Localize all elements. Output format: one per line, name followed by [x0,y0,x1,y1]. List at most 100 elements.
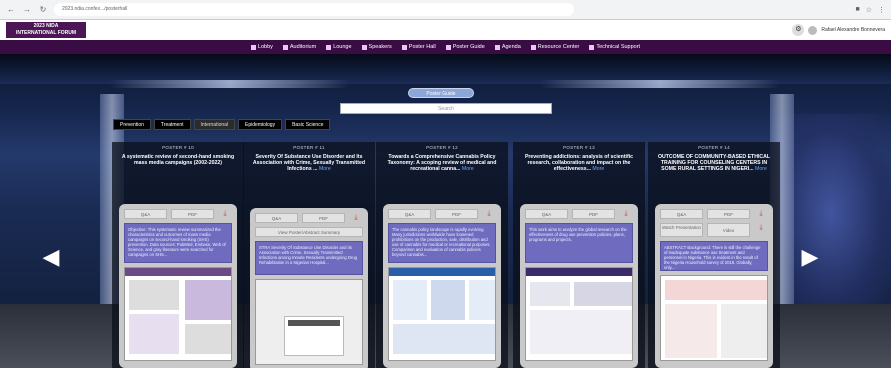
search-input[interactable]: Search [340,103,552,114]
nav-item-poster-guide[interactable]: Poster Guide [445,44,485,50]
ceiling-light [540,80,780,88]
poster-summary: Objective: This systematic review summar… [124,223,232,263]
resource-icon [530,44,536,50]
poster-column: POSTER # 13 Preventing addictions: analy… [513,142,645,368]
pdf-button[interactable]: PDF [572,209,615,219]
qa-button[interactable]: Q&A [124,209,167,219]
pdf-button[interactable]: PDF [171,209,214,219]
poster-column: POSTER # 14 OUTCOME OF COMMUNITY-BASED E… [648,142,780,368]
more-link[interactable]: More [755,166,767,172]
poster-icon [401,44,407,50]
qa-button[interactable]: Q&A [525,209,568,219]
more-link[interactable]: More [319,166,331,172]
user-name: Rafael Alexandre Bonnevera [821,27,885,33]
site-header: 2023 NIDA INTERNATIONAL FORUM ⚙ Rafael A… [0,20,891,40]
qa-button[interactable]: Q&A [388,209,431,219]
home-icon [250,44,256,50]
nav-item-resource-center[interactable]: Resource Center [530,44,579,50]
download-icon[interactable]: ⤓ [482,209,496,219]
reload-icon[interactable]: ↻ [38,5,48,14]
extension-icon[interactable]: ■ [855,6,859,14]
poster-hall-scene: Poster Guide Search Prevention Treatment… [0,54,891,368]
pdf-button[interactable]: PDF [435,209,478,219]
lounge-icon [326,44,332,50]
bookmark-icon[interactable]: ☆ [866,6,872,14]
poster-card: Q&A PDF ⤓ The cannabis policy landscape … [383,204,501,368]
poster-summary: The cannabis policy landscape is rapidly… [388,223,496,263]
poster-number: POSTER # 12 [426,145,458,150]
more-link[interactable]: More [592,166,604,172]
poster-thumbnail[interactable] [660,275,768,361]
browser-toolbar: ← → ↻ 2023.ndia.confex.../posterhall ■ ☆… [0,0,891,20]
poster-card: Q&A PDF ⤓ View Poster/Abstract Summary S… [250,208,368,368]
poster-summary: STRA Severity Of Substance Use Disorder … [255,241,363,275]
tab-treatment[interactable]: Treatment [153,119,191,130]
nav-item-lounge[interactable]: Lounge [326,44,352,50]
previous-arrow-icon[interactable]: ◀ [38,246,64,268]
nav-item-agenda[interactable]: Agenda [494,44,521,50]
guide-icon [445,44,451,50]
download-icon[interactable]: ⤓ [218,209,232,219]
poster-card: Q&A PDF ⤓ Objective: This systematic rev… [119,204,237,368]
download-icon[interactable]: ⤓ [349,213,363,223]
ceiling-light [110,80,350,88]
poster-column: POSTER # 10 A systematic review of secon… [112,142,244,368]
pdf-button[interactable]: PDF [707,209,750,219]
category-tabs: Prevention Treatment International Epide… [113,119,331,130]
poster-title[interactable]: Preventing addictions: analysis of scien… [513,154,645,182]
user-menu[interactable]: ⚙ Rafael Alexandre Bonnevera [792,24,885,36]
forum-logo[interactable]: 2023 NIDA INTERNATIONAL FORUM [6,22,86,38]
watch-presentation-button[interactable]: Watch Presentation [660,223,703,237]
poster-number: POSTER # 11 [293,145,325,150]
menu-icon[interactable]: ⋮ [878,6,885,14]
poster-thumbnail[interactable] [525,267,633,361]
poster-guide-button[interactable]: Poster Guide [408,88,474,98]
back-icon[interactable]: ← [6,5,16,14]
address-bar[interactable]: 2023.ndia.confex.../posterhall [54,3,574,16]
pdf-button[interactable]: PDF [302,213,345,223]
poster-title[interactable]: OUTCOME OF COMMUNITY-BASED ETHICAL TRAIN… [648,154,780,182]
forward-icon[interactable]: → [22,5,32,14]
poster-card: Q&A PDF ⤓ Watch Presentation Video ⤓ ABS… [655,204,773,368]
qa-button[interactable]: Q&A [255,213,298,223]
poster-title[interactable]: Severity Of Substance Use Disorder and I… [243,154,375,182]
poster-column: POSTER # 12 Towards a Comprehensive Cann… [376,142,508,368]
auditorium-icon [282,44,288,50]
tab-prevention[interactable]: Prevention [113,119,151,130]
settings-icon[interactable]: ⚙ [792,24,805,36]
poster-number: POSTER # 10 [162,145,194,150]
nav-item-auditorium[interactable]: Auditorium [282,44,316,50]
agenda-icon [494,44,500,50]
download-icon[interactable]: ⤓ [754,209,768,219]
nav-item-technical-support[interactable]: Technical Support [589,44,640,50]
speakers-icon [361,44,367,50]
main-nav: Lobby Auditorium Lounge Speakers Poster … [0,40,891,54]
video-button[interactable]: Video [707,223,750,237]
logo-line1: 2023 NIDA [33,23,59,29]
poster-title[interactable]: A systematic review of second-hand smoki… [112,154,244,182]
support-icon [589,44,595,50]
next-arrow-icon[interactable]: ▶ [797,246,823,268]
nav-item-lobby[interactable]: Lobby [250,44,273,50]
view-summary-button[interactable]: View Poster/Abstract Summary [255,227,363,237]
poster-column: POSTER # 11 Severity Of Substance Use Di… [243,142,375,368]
tab-international[interactable]: International [193,119,236,130]
tab-epidemiology[interactable]: Epidemiology [238,119,283,130]
download-icon[interactable]: ⤓ [619,209,633,219]
qa-button[interactable]: Q&A [660,209,703,219]
poster-summary: This work aims to analyze the global res… [525,223,633,263]
extensions-area: ■ ☆ ⋮ [855,6,885,14]
poster-thumbnail[interactable] [388,267,496,361]
poster-card: Q&A PDF ⤓ This work aims to analyze the … [520,204,638,368]
poster-number: POSTER # 13 [563,145,595,150]
more-link[interactable]: More [462,166,474,172]
poster-number: POSTER # 14 [698,145,730,150]
nav-item-poster-hall[interactable]: Poster Hall [401,44,436,50]
poster-title[interactable]: Towards a Comprehensive Cannabis Policy … [376,154,508,182]
poster-thumbnail[interactable] [255,279,363,365]
poster-thumbnail[interactable] [124,267,232,361]
avatar [808,25,818,35]
download-icon[interactable]: ⤓ [754,223,768,233]
tab-basic-science[interactable]: Basic Science [285,119,331,130]
nav-item-speakers[interactable]: Speakers [361,44,392,50]
